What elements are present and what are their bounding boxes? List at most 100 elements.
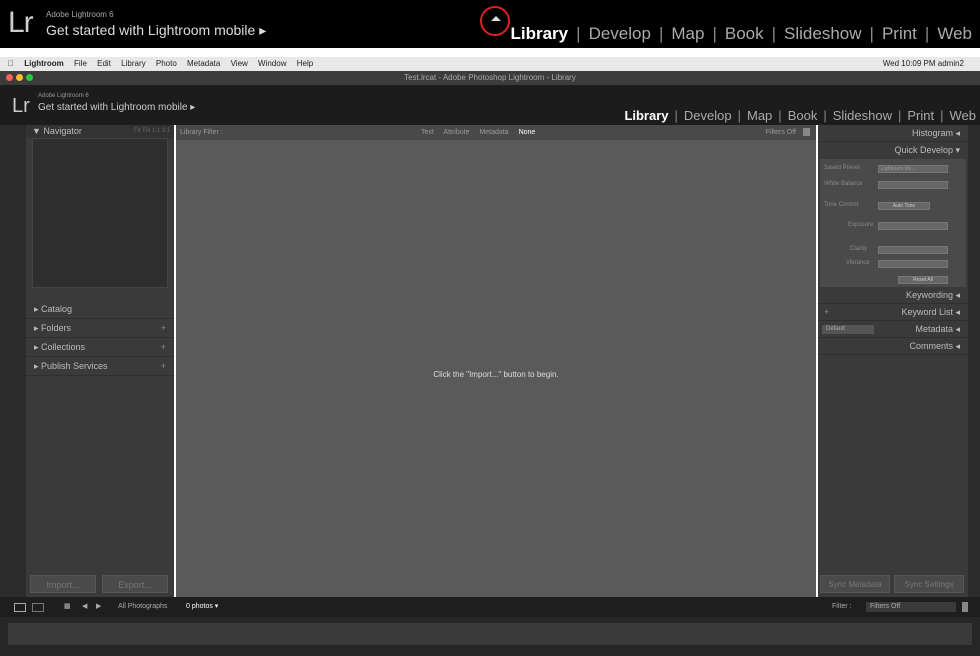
menubar-status: Wed 10:09 PM admin2 — [882, 59, 964, 68]
filter-metadata[interactable]: Metadata — [479, 129, 508, 136]
module-slideshow[interactable]: Slideshow — [833, 108, 892, 123]
menu-view[interactable]: View — [231, 59, 248, 68]
sync-settings-button[interactable]: Sync Settings — [894, 575, 964, 593]
module-map[interactable]: Map — [747, 108, 772, 123]
photo-count[interactable]: 0 photos ▾ — [186, 597, 218, 617]
quick-develop-header[interactable]: Quick Develop ▾ — [818, 142, 968, 159]
mobile-promo-link-small[interactable]: Get started with Lightroom mobile ▸ — [38, 102, 195, 113]
library-filter-bar: Library Filter : Text Attribute Metadata… — [176, 125, 816, 140]
mobile-promo-link[interactable]: Get started with Lightroom mobile ▸ — [46, 22, 266, 39]
library-filter-title: Library Filter : — [180, 129, 223, 136]
saved-preset-select[interactable]: Lightroom Mo... — [878, 165, 948, 173]
module-slideshow[interactable]: Slideshow — [784, 24, 862, 43]
filter-text[interactable]: Text — [421, 129, 434, 136]
module-library[interactable]: Library — [624, 108, 668, 123]
main-window-icon[interactable] — [14, 603, 26, 612]
filters-off-dropdown[interactable]: Filters Off — [766, 125, 796, 140]
auto-tone-button[interactable]: Auto Tone — [878, 202, 930, 210]
module-web[interactable]: Web — [950, 108, 977, 123]
export-button[interactable]: Export... — [102, 575, 168, 593]
left-panel-edge[interactable] — [0, 125, 26, 597]
source-label[interactable]: All Photographs — [118, 597, 167, 617]
comments-header[interactable]: Comments ◂ — [818, 338, 968, 355]
right-panel-edge[interactable] — [968, 125, 980, 597]
keywording-header[interactable]: Keywording ◂ — [818, 287, 968, 304]
module-print[interactable]: Print — [882, 24, 917, 43]
sync-metadata-button[interactable]: Sync Metadata — [820, 575, 890, 593]
apple-icon[interactable]:  — [8, 59, 14, 68]
reset-all-button[interactable]: Reset All — [898, 276, 948, 284]
panel-folders[interactable]: ▸ Folders + — [26, 319, 174, 338]
vibrance-steppers[interactable] — [878, 260, 948, 268]
white-balance-select[interactable] — [878, 181, 948, 189]
clarity-label: Clarity — [850, 246, 868, 252]
minimize-icon[interactable] — [16, 74, 23, 81]
module-web[interactable]: Web — [937, 24, 972, 43]
histogram-header[interactable]: Histogram ◂ — [818, 125, 968, 142]
add-collection-icon[interactable]: + — [161, 338, 166, 357]
module-develop[interactable]: Develop — [589, 24, 651, 43]
module-picker: Library | Develop | Map | Book | Slideshow | Print… — [510, 24, 973, 43]
filmstrip-area[interactable] — [8, 623, 972, 645]
highlight-circle-icon — [480, 6, 510, 36]
menu-photo[interactable]: Photo — [156, 59, 177, 68]
lock-icon[interactable] — [803, 128, 810, 136]
navigator-label: ▼ Navigator — [32, 126, 82, 136]
catalog-label: Catalog — [41, 304, 73, 314]
menu-file[interactable]: File — [74, 59, 87, 68]
module-map[interactable]: Map — [671, 24, 704, 43]
navigator-zoom-options[interactable]: Fit Fill 1:1 3:1 — [134, 125, 170, 138]
lock-icon-bottom[interactable] — [962, 602, 968, 612]
panel-catalog[interactable]: ▸ Catalog — [26, 300, 174, 319]
filter-label: Filter : — [832, 603, 852, 610]
navigator-header[interactable]: ▼ Navigator Fit Fill 1:1 3:1 — [26, 125, 174, 138]
tone-control-label: Tone Control — [824, 202, 859, 208]
exposure-steppers[interactable] — [878, 222, 948, 230]
add-keyword-icon[interactable]: + — [824, 304, 829, 321]
menu-lightroom[interactable]: Lightroom — [24, 59, 64, 68]
filmstrip-toolbar: ▦ ◀ ▶ All Photographs 0 photos ▾ Filter … — [0, 597, 980, 617]
panel-publish-services[interactable]: ▸ Publish Services + — [26, 357, 174, 376]
metadata-label: Metadata ◂ — [915, 324, 960, 334]
module-print[interactable]: Print — [907, 108, 934, 123]
close-icon[interactable] — [6, 74, 13, 81]
keyword-list-header[interactable]: + Keyword List ◂ — [818, 304, 968, 321]
filter-attribute[interactable]: Attribute — [443, 129, 469, 136]
menu-help[interactable]: Help — [297, 59, 313, 68]
clarity-steppers[interactable] — [878, 246, 948, 254]
right-panel: Histogram ◂ Quick Develop ▾ Saved Preset… — [818, 125, 968, 597]
publish-services-label: Publish Services — [41, 361, 108, 371]
module-develop[interactable]: Develop — [684, 108, 732, 123]
import-button[interactable]: Import... — [30, 575, 96, 593]
module-library[interactable]: Library — [511, 24, 569, 43]
product-name-small: Adobe Lightroom 6 — [38, 93, 89, 99]
forward-arrow-icon[interactable]: ▶ — [96, 597, 101, 617]
menu-window[interactable]: Window — [258, 59, 286, 68]
module-book[interactable]: Book — [725, 24, 764, 43]
white-balance-label: White Balance — [824, 181, 863, 187]
lightroom-header: Lr Adobe Lightroom 6 Get started with Li… — [0, 85, 980, 125]
menu-library[interactable]: Library — [121, 59, 145, 68]
menu-edit[interactable]: Edit — [97, 59, 111, 68]
filter-none[interactable]: None — [519, 129, 536, 136]
folders-label: Folders — [41, 323, 72, 333]
mac-menubar:  Lightroom File Edit Library Photo Meta… — [0, 57, 980, 71]
second-window-icon[interactable] — [32, 603, 44, 612]
navigator-preview — [32, 138, 168, 288]
module-book[interactable]: Book — [788, 108, 818, 123]
add-publish-icon[interactable]: + — [161, 357, 166, 376]
grid-icon[interactable]: ▦ — [64, 597, 71, 617]
zoom-icon[interactable] — [26, 74, 33, 81]
grid-view[interactable] — [176, 125, 816, 597]
add-folder-icon[interactable]: + — [161, 319, 166, 338]
keyword-list-label: Keyword List ◂ — [901, 307, 960, 317]
left-panel: ▼ Navigator Fit Fill 1:1 3:1 ▸ Catalog ▸ … — [26, 125, 174, 597]
metadata-header[interactable]: Default Metadata ◂ — [818, 321, 968, 338]
metadata-preset-select[interactable]: Default — [822, 325, 874, 334]
menu-metadata[interactable]: Metadata — [187, 59, 220, 68]
saved-preset-label: Saved Preset — [824, 165, 861, 171]
filter-dropdown[interactable]: Filters Off — [866, 602, 956, 612]
vibrance-label: Vibrance — [846, 260, 870, 266]
back-arrow-icon[interactable]: ◀ — [82, 597, 87, 617]
panel-collections[interactable]: ▸ Collections + — [26, 338, 174, 357]
